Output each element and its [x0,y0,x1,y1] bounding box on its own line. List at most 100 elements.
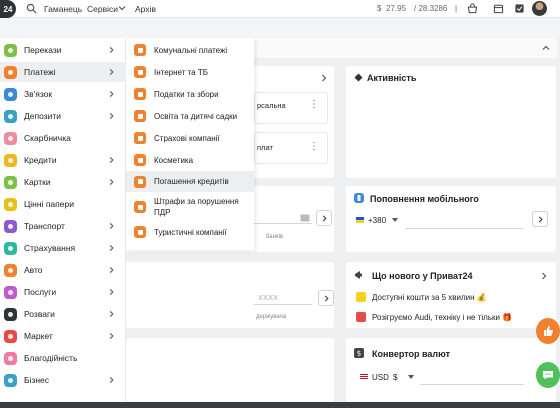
submenu-item-insurance-companies[interactable]: Страхові компанії [126,128,254,148]
cards-icon [4,175,17,189]
menu-item-auto[interactable]: Авто [0,260,126,280]
payments-submenu: Комунальні платежі Інтернет та ТБ Податк… [126,38,254,250]
news-line-2[interactable]: Розігруємо Audi, техніку і не тільки 🎁 [372,313,512,322]
travel-icon [134,226,146,238]
menu-item-deposits[interactable]: Депозити [0,106,126,126]
news-icon-2 [356,312,366,322]
activity-icon [354,73,363,82]
converter-card: $ Конвертор валют USD $ [346,338,556,402]
menu-item-transfers[interactable]: Перекази [0,40,126,60]
nav-services-link[interactable]: Сервіси [87,4,118,14]
menu-item-credits[interactable]: Кредити [0,150,126,170]
template-name-2: плат [257,143,273,152]
umbrella-icon [134,132,146,144]
recipient-input-underline[interactable] [254,304,312,305]
services-icon [4,285,17,299]
submenu-item-utilities[interactable]: Комунальні платежі [126,40,254,60]
menu-item-transport[interactable]: Транспорт [0,216,126,236]
chevron-right-icon [109,69,114,75]
submenu-item-education[interactable]: Освіта та дитячі садки [126,106,254,126]
next-button[interactable] [318,290,334,306]
chevron-right-icon[interactable] [540,272,548,280]
avatar[interactable] [532,1,547,16]
taxes-icon [134,88,146,100]
submenu-item-traffic-fines[interactable]: Штрафи за порушення ПДР [126,194,254,220]
chevron-right-icon [109,91,114,97]
more-vertical-icon[interactable]: ⋮ [309,141,319,152]
transfers-icon [4,43,17,57]
mobile-topup-title: Поповнення мобільного [370,194,479,204]
chevron-right-icon [322,215,327,221]
recipient-hint: держувача [256,314,287,320]
activity-title: Активність [367,73,417,83]
education-icon [134,110,146,122]
menu-item-entertainment[interactable]: Розваги [0,304,126,324]
menu-item-charity[interactable]: Благодійність [0,348,126,368]
menu-item-services[interactable]: Послуги [0,282,126,302]
submenu-item-internet-tv[interactable]: Інтернет та ТБ [126,62,254,82]
rate-separator: | [455,4,458,13]
submenu-item-loan-repayment[interactable]: Погашення кредитів [126,171,254,192]
nav-archive-link[interactable]: Архів [135,4,156,14]
car-icon [4,263,17,277]
chevron-right-icon [324,295,329,301]
chevron-down-icon[interactable] [118,4,126,12]
submenu-item-taxes[interactable]: Податки та збори [126,84,254,104]
menu-item-securities[interactable]: Цінні папери [0,194,126,214]
template-card-2[interactable]: плат ⋮ [254,132,328,164]
submenu-item-cosmetics[interactable]: Косметика [126,150,254,170]
caret-down-icon[interactable] [392,218,398,223]
usd-symbol: $ [377,4,382,13]
messages-icon[interactable] [514,3,525,14]
news-line-1[interactable]: Доступні кошти за 5 хвилин 💰 [372,293,487,302]
feedback-like-button[interactable] [536,318,560,344]
chevron-up-icon[interactable] [542,44,550,52]
chevron-right-icon [538,216,543,222]
search-icon[interactable] [26,3,37,14]
securities-icon [4,197,17,211]
chevron-right-icon [109,157,114,163]
privat24-logo[interactable]: 24 [0,0,16,18]
entertainment-icon [4,307,17,321]
template-card-1[interactable]: рсальна ⋮ [254,92,328,124]
business-icon [4,373,17,387]
credits-icon [4,153,17,167]
chevron-right-icon [109,333,114,339]
piggy-bank-icon [4,131,17,145]
menu-item-payments[interactable]: Платежі [0,62,126,82]
menu-item-communication[interactable]: Зв'язок [0,84,126,104]
template-name-1: рсальна [257,101,286,110]
menu-item-insurance[interactable]: Страхування [0,238,126,258]
topup-next-button[interactable] [532,211,548,227]
chevron-right-icon [109,113,114,119]
nav-wallet-link[interactable]: Гаманець [44,4,82,14]
market-icon [4,329,17,343]
us-flag-icon [360,374,368,380]
currency-code[interactable]: USD [372,373,389,382]
caret-down-icon[interactable] [408,375,414,380]
chevron-right-icon [109,47,114,53]
menu-item-piggy-bank[interactable]: Скарбничка [0,128,126,148]
chat-button[interactable] [536,362,560,388]
signal-icon [4,87,17,101]
more-vertical-icon[interactable]: ⋮ [309,99,319,110]
menu-item-business[interactable]: Бізнес [0,370,126,390]
main-menu: Перекази Платежі Зв'язок Депозити Скарбн… [0,38,126,408]
menu-item-market[interactable]: Маркет [0,326,126,346]
converter-amount-input[interactable] [420,384,524,385]
svg-text:$: $ [357,350,361,358]
heart-icon [4,351,17,365]
currency-symbol: $ [393,373,398,382]
thumbs-up-icon [544,326,553,336]
basket-icon[interactable] [467,3,478,14]
submenu-item-travel-companies[interactable]: Туристичні компанії [126,222,254,242]
calendar-icon[interactable] [493,3,504,14]
chevron-right-icon [109,245,114,251]
chevron-right-icon [109,377,114,383]
chevron-right-icon[interactable] [320,74,328,82]
country-code[interactable]: +380 [368,216,386,225]
megaphone-icon [355,271,362,279]
menu-item-cards[interactable]: Картки [0,172,126,192]
phone-number-input[interactable] [406,228,524,229]
next-button[interactable] [316,210,332,226]
